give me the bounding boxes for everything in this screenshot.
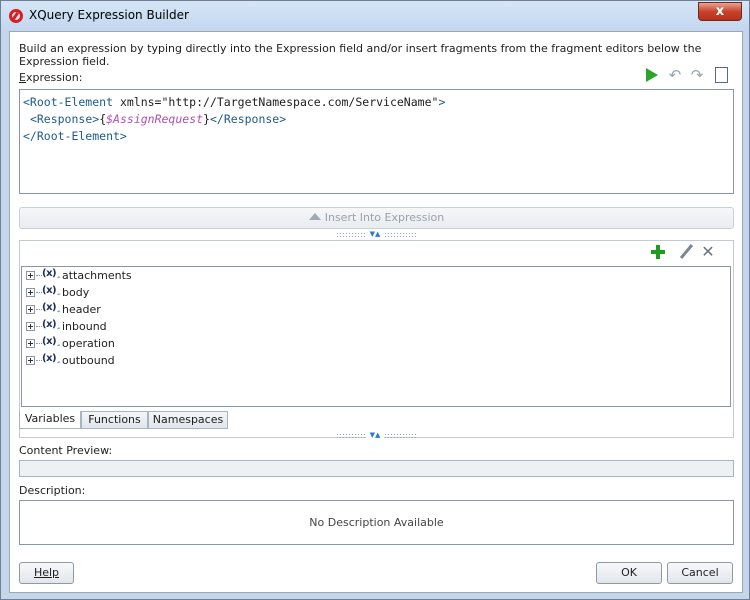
title-bar: XQuery Expression Builder x bbox=[1, 1, 749, 31]
tab-namespaces[interactable]: Namespaces bbox=[148, 411, 228, 429]
variable-icon: (x)¸ bbox=[42, 353, 61, 364]
expression-toolbar: ↶ ↷ bbox=[642, 66, 732, 84]
tab-variables[interactable]: Variables bbox=[19, 411, 81, 429]
description-text: No Description Available bbox=[309, 516, 444, 529]
variable-icon: (x)¸ bbox=[42, 319, 61, 330]
add-icon[interactable] bbox=[650, 244, 666, 260]
insert-up-icon bbox=[308, 213, 321, 220]
redo-icon[interactable]: ↷ bbox=[688, 66, 706, 84]
tree-item[interactable]: (x)¸ attachments bbox=[26, 268, 326, 285]
expand-icon[interactable] bbox=[26, 322, 35, 331]
expand-icon[interactable] bbox=[26, 339, 35, 348]
expression-label: Expression: bbox=[19, 71, 83, 84]
fragment-toolbar: ✕ bbox=[650, 244, 730, 262]
undo-icon[interactable]: ↶ bbox=[666, 66, 684, 84]
variable-icon: (x)¸ bbox=[42, 336, 61, 347]
oracle-app-icon bbox=[9, 9, 23, 23]
dialog-body: Build an expression by typing directly i… bbox=[9, 31, 743, 593]
ok-button[interactable]: OK bbox=[596, 562, 662, 584]
expand-icon[interactable] bbox=[26, 271, 35, 280]
expression-line: <Root-Element xmlns="http://TargetNamesp… bbox=[23, 95, 446, 109]
delete-icon[interactable]: ✕ bbox=[700, 244, 716, 260]
insert-into-expression-button[interactable]: Insert Into Expression bbox=[19, 207, 734, 229]
window-title: XQuery Expression Builder bbox=[29, 8, 189, 22]
tree-item[interactable]: (x)¸ outbound bbox=[26, 353, 326, 370]
description-box: No Description Available bbox=[19, 500, 734, 545]
variables-tree: (x)¸ attachments (x)¸ body (x)¸ header (x)¸… bbox=[21, 266, 731, 407]
cancel-button[interactable]: Cancel bbox=[667, 562, 733, 584]
help-button[interactable]: Help bbox=[19, 562, 74, 584]
variable-icon: (x)¸ bbox=[42, 285, 61, 296]
tree-item[interactable]: (x)¸ inbound bbox=[26, 319, 326, 336]
dialog-window: XQuery Expression Builder x Build an exp… bbox=[0, 0, 750, 600]
expand-icon[interactable] bbox=[26, 305, 35, 314]
new-document-icon[interactable] bbox=[712, 66, 730, 84]
close-button[interactable]: x bbox=[698, 2, 742, 21]
expand-icon[interactable] bbox=[26, 288, 35, 297]
collapse-arrows-icon[interactable]: ▼▲ bbox=[366, 231, 384, 238]
variable-icon: (x)¸ bbox=[42, 268, 61, 279]
content-preview-field bbox=[19, 460, 734, 477]
expression-line: <Response>{$AssignRequest}</Response> bbox=[29, 112, 287, 126]
expression-line: </Root-Element> bbox=[23, 129, 127, 143]
expand-icon[interactable] bbox=[26, 356, 35, 365]
splitter-handle[interactable]: ▼▲ bbox=[336, 432, 416, 439]
tab-functions[interactable]: Functions bbox=[81, 411, 148, 429]
content-preview-label: Content Preview: bbox=[19, 444, 113, 457]
tree-item[interactable]: (x)¸ body bbox=[26, 285, 326, 302]
intro-text: Build an expression by typing directly i… bbox=[19, 42, 702, 68]
collapse-arrows-icon[interactable]: ▼▲ bbox=[366, 432, 384, 439]
play-icon[interactable] bbox=[642, 66, 660, 84]
tree-item[interactable]: (x)¸ operation bbox=[26, 336, 326, 353]
edit-icon[interactable] bbox=[678, 244, 694, 260]
description-label: Description: bbox=[19, 484, 86, 497]
expression-editor[interactable]: <Root-Element xmlns="http://TargetNamesp… bbox=[19, 89, 734, 194]
splitter-handle[interactable]: ▼▲ bbox=[336, 231, 416, 238]
tree-item[interactable]: (x)¸ header bbox=[26, 302, 326, 319]
variable-icon: (x)¸ bbox=[42, 302, 61, 313]
